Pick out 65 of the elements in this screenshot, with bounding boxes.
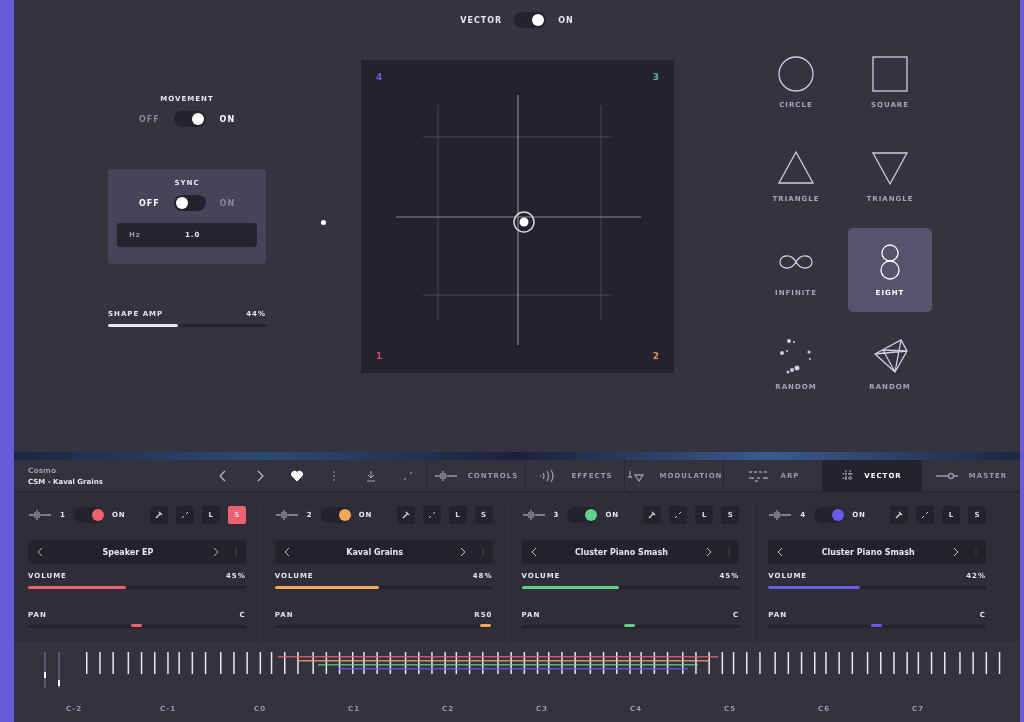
wrench-icon[interactable] bbox=[401, 511, 410, 519]
grid-icon bbox=[842, 469, 855, 482]
wrench-button[interactable] bbox=[396, 506, 415, 524]
volume-slider[interactable] bbox=[274, 586, 493, 589]
off-label: OFF bbox=[138, 198, 160, 208]
volume-slider[interactable] bbox=[521, 586, 740, 589]
vector-label: VECTOR bbox=[460, 15, 503, 25]
toggle-switch[interactable] bbox=[173, 111, 206, 127]
wrench-icon[interactable] bbox=[154, 511, 163, 519]
sound-selector[interactable]: Cluster Piano Smash bbox=[768, 540, 986, 564]
sound-selector[interactable]: Cluster Piano Smash bbox=[521, 540, 740, 564]
expand-icon[interactable] bbox=[427, 511, 436, 519]
position-dot bbox=[321, 220, 326, 225]
wrench-button[interactable] bbox=[643, 506, 662, 524]
sound-selector[interactable]: Kaval Grains bbox=[274, 540, 493, 564]
download-icon[interactable] bbox=[364, 469, 377, 482]
corner-number: 4 bbox=[376, 72, 383, 82]
wrench-button[interactable] bbox=[149, 506, 168, 524]
on-label: ON bbox=[219, 114, 236, 124]
waveform-icon bbox=[28, 508, 52, 522]
chevron-right-icon[interactable] bbox=[211, 547, 220, 557]
chevron-left-icon[interactable] bbox=[36, 547, 44, 557]
wrench-icon[interactable] bbox=[648, 511, 657, 519]
layer-toggle[interactable] bbox=[814, 507, 845, 523]
layer-toggle[interactable] bbox=[320, 507, 351, 523]
off-label: OFF bbox=[138, 114, 160, 124]
volume-slider[interactable] bbox=[768, 586, 986, 589]
chevron-left-icon[interactable] bbox=[776, 547, 785, 557]
wrench-button[interactable] bbox=[890, 506, 908, 524]
circle-icon bbox=[777, 55, 815, 93]
chevron-right-icon[interactable] bbox=[705, 547, 714, 557]
triangle-icon bbox=[871, 149, 909, 187]
sound-selector[interactable]: Speaker EP bbox=[28, 540, 246, 564]
corner-number: 3 bbox=[652, 72, 659, 82]
corner-number: 1 bbox=[376, 351, 383, 361]
chevron-right-icon[interactable] bbox=[952, 547, 960, 557]
layer-toggle[interactable] bbox=[567, 507, 598, 523]
pan-thumb[interactable] bbox=[479, 624, 491, 627]
wrench-icon[interactable] bbox=[895, 511, 903, 519]
vector-pad[interactable]: 4 3 1 2 bbox=[361, 60, 674, 373]
waveform-icon bbox=[768, 508, 793, 522]
pan-thumb[interactable] bbox=[624, 624, 636, 627]
expand-icon[interactable] bbox=[674, 511, 683, 519]
chevron-left-icon[interactable] bbox=[282, 547, 291, 557]
waveform-icon bbox=[521, 508, 546, 522]
vector-state: ON bbox=[558, 15, 574, 25]
pan-thumb[interactable] bbox=[871, 624, 883, 627]
pan-thumb[interactable] bbox=[130, 624, 142, 627]
expand-icon[interactable] bbox=[921, 511, 929, 519]
toggle-switch[interactable] bbox=[514, 12, 547, 28]
heart-icon[interactable] bbox=[290, 469, 303, 482]
waveform-icon bbox=[274, 508, 299, 522]
on-label: ON bbox=[219, 198, 236, 208]
arpeggio-icon bbox=[746, 468, 771, 483]
triangle-icon bbox=[777, 149, 815, 187]
shape-amp-slider[interactable] bbox=[108, 324, 266, 327]
chevron-right-icon[interactable] bbox=[458, 547, 467, 557]
chevron-left-icon[interactable] bbox=[529, 547, 538, 557]
volume-slider[interactable] bbox=[28, 586, 246, 589]
corner-number: 2 bbox=[652, 351, 659, 361]
expand-icon[interactable] bbox=[180, 511, 189, 519]
square-icon bbox=[871, 55, 909, 93]
waveform-icon bbox=[433, 468, 458, 483]
toggle-switch[interactable] bbox=[173, 195, 206, 211]
layer-toggle[interactable] bbox=[73, 507, 104, 523]
